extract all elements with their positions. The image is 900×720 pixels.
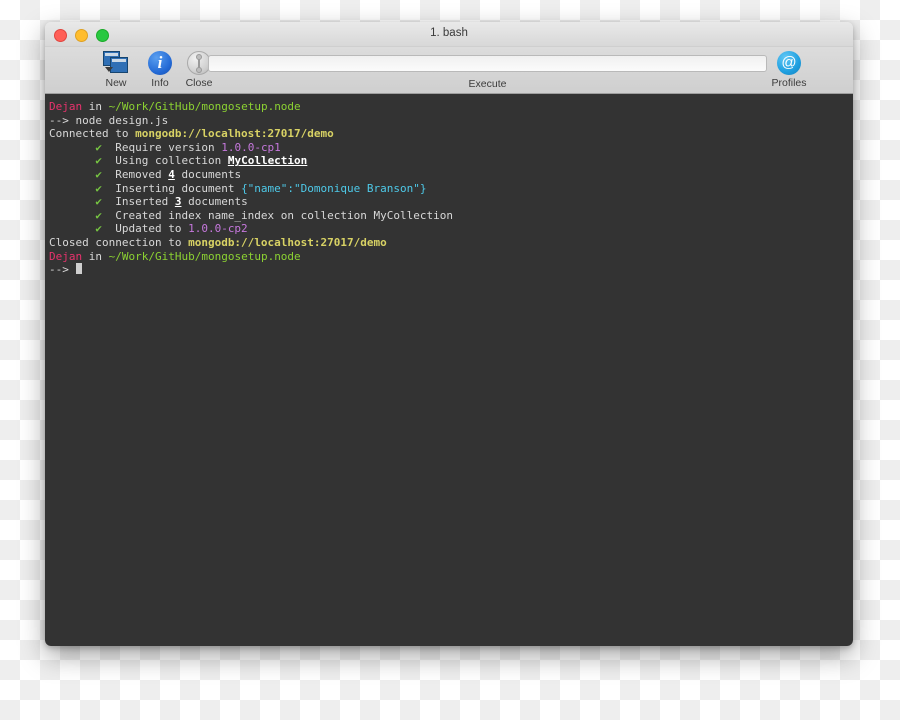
terminal-output[interactable]: Dejan in ~/Work/GitHub/mongosetup.node --…	[45, 94, 853, 646]
terminal-segment: ✔	[95, 195, 102, 209]
terminal-segment: 1.0.0-cp1	[221, 140, 281, 154]
toolbar: New i Info Close Execute @ Profiles	[45, 47, 853, 94]
terminal-segment: ✔	[95, 222, 102, 236]
terminal-line: ✔ Removed 4 documents	[49, 168, 853, 182]
terminal-segment: ✔	[95, 167, 102, 181]
terminal-segment: Require version	[101, 140, 222, 154]
terminal-window: 1. bash New i Info Close Execute @ Profi…	[45, 22, 853, 646]
terminal-segment: Dejan	[49, 249, 83, 263]
terminal-segment	[49, 209, 95, 222]
at-sign-icon-wrap: @	[763, 49, 815, 76]
window-title: 1. bash	[430, 27, 468, 39]
terminal-segment: Inserted	[101, 195, 175, 209]
terminal-segment	[49, 141, 95, 154]
terminal-segment: -->	[49, 263, 76, 277]
terminal-line: ✔ Require version 1.0.0-cp1	[49, 141, 853, 155]
terminal-segment: mongodb://localhost:27017/demo	[188, 235, 387, 249]
execute-area: Execute	[208, 53, 767, 90]
terminal-segment	[49, 154, 95, 167]
terminal-cursor	[75, 263, 82, 275]
terminal-line: ✔ Created index name_index on collection…	[49, 209, 853, 223]
terminal-segment	[49, 222, 95, 235]
terminal-segment: documents	[181, 195, 248, 209]
terminal-segment: Using collection	[101, 154, 228, 168]
execute-input[interactable]	[208, 54, 767, 72]
terminal-line: Dejan in ~/Work/GitHub/mongosetup.node	[49, 100, 853, 114]
terminal-segment: {"name":"Domonique Branson"}	[241, 181, 427, 195]
terminal-line: Connected to mongodb://localhost:27017/d…	[49, 127, 853, 141]
terminal-segment: Created index name_index on collection M…	[101, 208, 453, 222]
terminal-segment: in	[82, 100, 109, 113]
execute-label: Execute	[468, 77, 507, 90]
at-sign-icon: @	[777, 50, 801, 75]
terminal-segment: Updated to	[101, 222, 189, 236]
terminal-segment: ✔	[95, 140, 102, 154]
profiles-button-label: Profiles	[771, 77, 807, 89]
terminal-segment: ~/Work/GitHub/mongosetup.node	[108, 249, 301, 263]
terminal-segment: documents	[174, 167, 242, 181]
terminal-segment: in	[82, 249, 109, 263]
info-icon: i	[148, 50, 172, 75]
terminal-segment: --> node design.js	[49, 113, 169, 127]
terminal-line: ✔ Inserted 3 documents	[49, 195, 853, 209]
terminal-line: ✔ Inserting document {"name":"Domonique …	[49, 182, 853, 196]
profiles-button[interactable]: @ Profiles	[763, 49, 815, 89]
terminal-segment: 4	[168, 167, 175, 181]
terminal-line: -->	[49, 263, 853, 277]
terminal-segment	[49, 182, 95, 195]
terminal-segment: 1.0.0-cp2	[188, 222, 248, 236]
terminal-segment: ✔	[95, 208, 102, 222]
terminal-segment: ✔	[95, 154, 102, 168]
terminal-segment: Inserting document	[101, 181, 242, 195]
terminal-segment: MyCollection	[227, 154, 308, 168]
terminal-segment: Closed connection to	[49, 235, 189, 249]
terminal-segment: Removed	[101, 167, 169, 181]
terminal-segment	[49, 195, 95, 208]
terminal-line: Dejan in ~/Work/GitHub/mongosetup.node	[49, 250, 853, 264]
terminal-segment: ✔	[95, 181, 102, 195]
terminal-line: --> node design.js	[49, 114, 853, 128]
terminal-segment: mongodb://localhost:27017/demo	[135, 127, 334, 141]
terminal-segment: Connected to	[49, 127, 136, 141]
terminal-line: ✔ Updated to 1.0.0-cp2	[49, 222, 853, 236]
terminal-line: Closed connection to mongodb://localhost…	[49, 236, 853, 250]
terminal-segment: ~/Work/GitHub/mongosetup.node	[108, 100, 301, 113]
window-titlebar[interactable]: 1. bash	[45, 22, 853, 47]
terminal-segment	[49, 168, 95, 181]
terminal-line: ✔ Using collection MyCollection	[49, 154, 853, 168]
terminal-segment: Dejan	[49, 100, 83, 113]
